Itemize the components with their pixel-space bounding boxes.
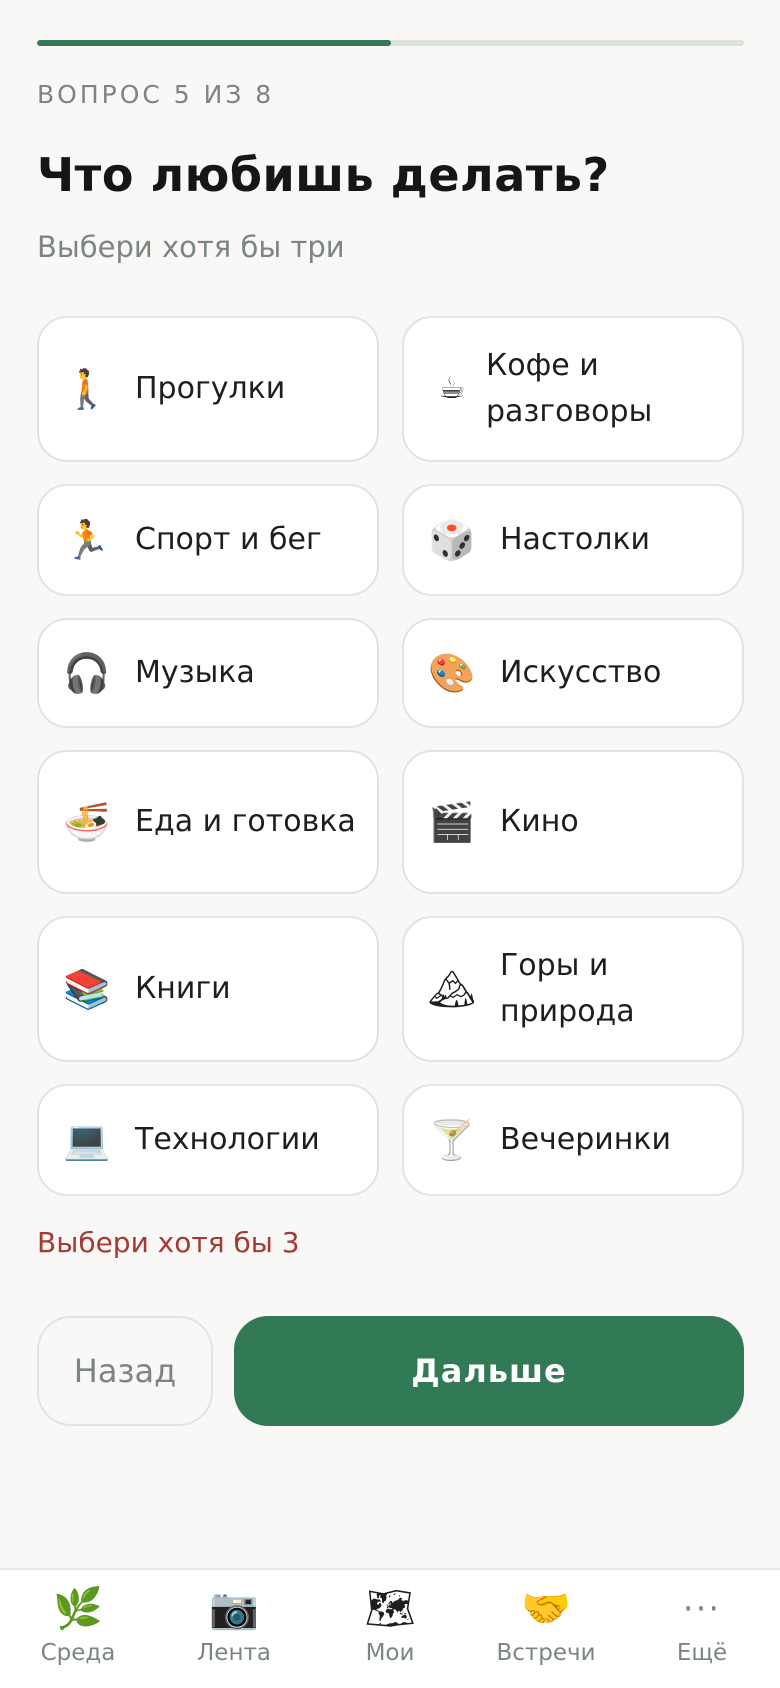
option-label: Еда и готовка [135, 804, 356, 839]
option-label: Кино [500, 804, 579, 839]
books-icon: 📚 [63, 967, 111, 1011]
option-music[interactable]: 🎧 Музыка [37, 618, 379, 728]
nav-item-feed[interactable]: 📷 Лента [156, 1570, 312, 1688]
laptop-icon: 💻 [63, 1118, 111, 1162]
option-parties[interactable]: 🍸 Вечеринки [402, 1084, 744, 1196]
option-label: Горы и природа [500, 948, 635, 1029]
option-technology[interactable]: 💻 Технологии [37, 1084, 379, 1196]
walking-person-icon: 🚶 [63, 367, 111, 411]
option-coffee-talks[interactable]: ☕ Кофе и разговоры [402, 316, 744, 462]
option-food-cooking[interactable]: 🍜 Еда и готовка [37, 750, 379, 894]
option-label: Настолки [500, 522, 651, 557]
validation-error: Выбери хотя бы 3 [37, 1226, 300, 1259]
step-counter: ВОПРОС 5 ИЗ 8 [37, 80, 275, 109]
option-board-games[interactable]: 🎲 Настолки [402, 484, 744, 596]
option-label: Искусство [500, 655, 662, 690]
option-mountains-nature[interactable]: 🏔 Горы и природа [402, 916, 744, 1062]
dice-icon: 🎲 [428, 518, 476, 562]
nav-item-label: Встречи [496, 1640, 596, 1666]
nav-item-meetings[interactable]: 🤝 Встречи [468, 1570, 624, 1688]
nav-item-label: Ещё [676, 1640, 728, 1666]
headphones-icon: 🎧 [63, 651, 111, 695]
noodle-bowl-icon: 🍜 [63, 800, 111, 844]
option-sport-running[interactable]: 🏃 Спорт и бег [37, 484, 379, 596]
camera-icon: 📷 [209, 1586, 259, 1632]
progress-bar [37, 40, 744, 46]
option-walks[interactable]: 🚶 Прогулки [37, 316, 379, 462]
interest-options-grid: 🚶 Прогулки ☕ Кофе и разговоры 🏃 Спорт и … [37, 316, 744, 1196]
option-art[interactable]: 🎨 Искусство [402, 618, 744, 728]
nav-item-mine[interactable]: 🗺 Мои [312, 1570, 468, 1688]
more-dots-icon: ··· [682, 1589, 722, 1629]
page-subtitle: Выбери хотя бы три [37, 230, 345, 264]
herb-icon: 🌿 [53, 1586, 103, 1632]
nav-item-label: Среда [40, 1640, 116, 1666]
cocktail-glass-icon: 🍸 [428, 1118, 476, 1162]
palette-icon: 🎨 [428, 651, 476, 695]
page-title: Что любишь делать? [37, 148, 610, 202]
option-books[interactable]: 📚 Книги [37, 916, 379, 1062]
nav-item-more[interactable]: ··· Ещё [624, 1570, 780, 1688]
option-label: Кофе и разговоры [486, 348, 653, 429]
onboarding-screen: ВОПРОС 5 ИЗ 8 Что любишь делать? Выбери … [0, 0, 780, 1688]
nav-item-label: Мои [365, 1640, 415, 1666]
option-label: Музыка [135, 655, 255, 690]
handshake-icon: 🤝 [521, 1586, 571, 1632]
option-label: Прогулки [135, 371, 286, 406]
nav-item-label: Лента [197, 1640, 271, 1666]
running-person-icon: 🏃 [63, 518, 111, 562]
option-label: Вечеринки [500, 1122, 671, 1157]
option-label: Книги [135, 971, 231, 1006]
bottom-navigation: 🌿 Среда 📷 Лента 🗺 Мои 🤝 Встречи ··· Ещё [0, 1568, 780, 1688]
map-icon: 🗺 [364, 1586, 416, 1632]
option-label: Спорт и бег [135, 522, 322, 557]
option-label: Технологии [135, 1122, 320, 1157]
nav-item-sreda[interactable]: 🌿 Среда [0, 1570, 156, 1688]
option-cinema[interactable]: 🎬 Кино [402, 750, 744, 894]
coffee-cup-icon: ☕ [438, 371, 466, 406]
progress-bar-fill [37, 40, 391, 46]
back-button[interactable]: Назад [37, 1316, 213, 1426]
next-button[interactable]: Дальше [234, 1316, 744, 1426]
mountain-icon: 🏔 [428, 967, 477, 1011]
clapperboard-icon: 🎬 [428, 800, 476, 844]
